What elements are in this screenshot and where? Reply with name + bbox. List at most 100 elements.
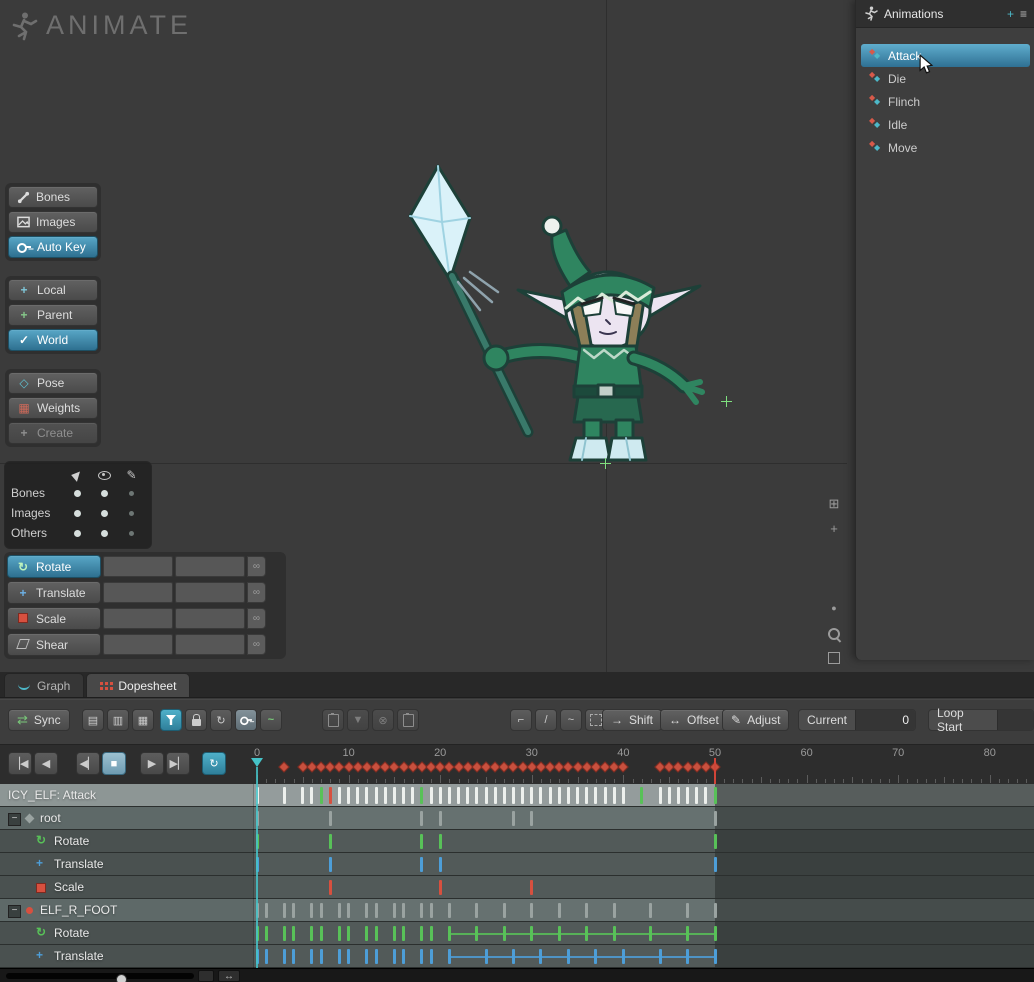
visible-toggle[interactable] [101,529,109,537]
keyframe-tick[interactable] [484,949,488,964]
duplicate-keys-button[interactable] [397,709,419,731]
keyframe-tick[interactable] [713,857,717,872]
keyframe-diamond[interactable] [278,761,291,773]
grid-icon[interactable]: ⊞ [824,495,844,513]
keyframe-tick[interactable] [438,880,442,895]
keyframe-tick[interactable] [337,903,341,918]
tab-dopesheet[interactable]: Dopesheet [86,673,191,697]
panel-menu-icon[interactable]: ≡ [1020,7,1027,21]
edit-toggle[interactable] [129,490,135,496]
keyframe-tick[interactable] [576,787,580,804]
timeline-ruler[interactable]: ▕◀ ◀ ◀▏ ■ ▶ ▶▏ ↻ 0 10 20 30 40 50 60 70 80 [0,744,1034,786]
animation-item-die[interactable]: Die [861,67,1030,90]
keyframe-tick[interactable] [264,926,268,941]
keyframe-tick[interactable] [420,949,424,964]
keyframe-tick[interactable] [356,787,360,804]
keyframe-tick[interactable] [429,949,433,964]
keyframe-tick[interactable] [402,949,406,964]
keyframe-tick[interactable] [365,787,369,804]
keyframe-tick[interactable] [411,787,415,804]
keyframe-tick[interactable] [530,880,534,895]
keyframe-tick[interactable] [420,857,424,872]
collapse-toggle[interactable]: − [8,813,21,826]
keyframe-tick[interactable] [365,949,369,964]
keyframe-tick[interactable] [713,926,717,941]
keyframe-tick[interactable] [466,787,470,804]
keyframe-tick[interactable] [310,926,314,941]
shear-y-field[interactable] [175,634,245,655]
delete-keys-button[interactable]: ⊗ [372,709,394,731]
clipboard-clear-button[interactable]: ▦ [132,709,154,731]
keyframe-tick[interactable] [420,811,424,826]
zoom-slider-track[interactable] [6,973,194,982]
keyframe-tick[interactable] [594,949,598,964]
property-row-rotate[interactable]: ↻ Rotate [0,830,1034,853]
scale-tool-button[interactable]: Scale [7,607,101,630]
keyframe-tick[interactable] [502,926,506,941]
animation-item-move[interactable]: Move [861,136,1030,159]
keyframe-tick[interactable] [383,787,387,804]
keyframe-tick[interactable] [365,903,369,918]
keyframe-tick[interactable] [676,787,680,804]
keyframe-tick[interactable] [521,787,525,804]
add-animation-icon[interactable]: + [1007,7,1014,21]
keyframe-tick[interactable] [530,903,534,918]
scale-y-field[interactable] [175,608,245,629]
property-row-translate[interactable]: + Translate [0,853,1034,876]
keyframe-tick[interactable] [649,903,653,918]
property-row-scale[interactable]: Scale [0,876,1034,899]
select-toggle[interactable] [74,529,82,537]
translate-x-field[interactable] [103,582,173,603]
keyframe-tick[interactable] [557,926,561,941]
parent-axis-button[interactable]: + Parent [8,304,98,326]
elf-character[interactable] [400,160,750,480]
keyframe-tick[interactable] [319,949,323,964]
keyframe-tick[interactable] [264,949,268,964]
loop-playback-button[interactable]: ↻ [202,752,226,775]
visibility-row-images[interactable]: Images [11,503,145,523]
keyframe-tick[interactable] [548,787,552,804]
keyframe-tick[interactable] [557,787,561,804]
keyframe-tick[interactable] [392,903,396,918]
keyframe-tick[interactable] [566,787,570,804]
create-button[interactable]: + Create [8,422,98,444]
keyframe-tick[interactable] [447,926,451,941]
animation-item-flinch[interactable]: Flinch [861,90,1030,113]
keyframe-diamond[interactable] [617,761,630,773]
keyframe-tick[interactable] [667,787,671,804]
keyframe-tick[interactable] [475,903,479,918]
keyframe-tick[interactable] [319,787,323,804]
world-axis-button[interactable]: ✓ World [8,329,98,351]
scale-x-field[interactable] [103,608,173,629]
translate-tool-button[interactable]: + Translate [7,581,101,604]
rotate-value-field-2[interactable] [175,556,245,577]
current-frame-field[interactable]: 0 [855,710,916,730]
keyframe-tick[interactable] [319,903,323,918]
keyframe-tick[interactable] [686,903,690,918]
viewport-canvas[interactable]: ANIMATE Bones Images Auto Key + Local + … [0,0,855,672]
keyframe-tick[interactable] [292,949,296,964]
keyframe-tick[interactable] [457,787,461,804]
keyframe-tick[interactable] [658,949,662,964]
keyframe-tick[interactable] [347,787,351,804]
keyframe-tick[interactable] [539,949,543,964]
keyframe-tick[interactable] [429,903,433,918]
translate-y-field[interactable] [175,582,245,603]
magnifier-icon[interactable] [824,625,844,643]
keyframe-tick[interactable] [328,787,332,804]
keyframe-tick[interactable] [511,787,515,804]
keyframe-tick[interactable] [447,949,451,964]
keyframe-tick[interactable] [282,926,286,941]
keyframe-tick[interactable] [420,787,424,804]
keyframe-tick[interactable] [328,811,332,826]
keyframe-tick[interactable] [594,787,598,804]
animation-item-idle[interactable]: Idle [861,113,1030,136]
stepped-curve-button[interactable]: ⌐ [510,709,532,731]
keyframe-tick[interactable] [392,787,396,804]
sync-button[interactable]: ⇄ Sync [8,709,70,731]
visibility-row-bones[interactable]: Bones [11,483,145,503]
keyframe-tick[interactable] [612,926,616,941]
auto-key-button[interactable]: Auto Key [8,236,98,258]
keyframe-tick[interactable] [566,949,570,964]
keyframe-tick[interactable] [365,926,369,941]
